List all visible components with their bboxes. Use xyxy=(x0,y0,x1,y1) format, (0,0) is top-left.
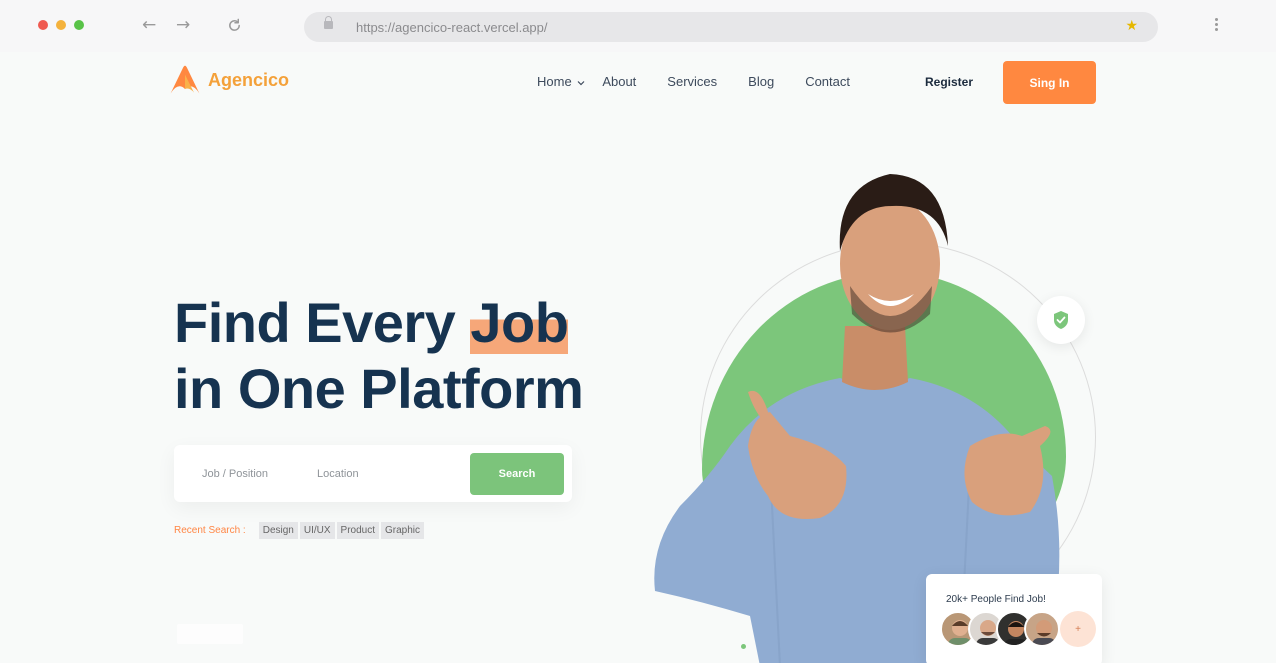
maximize-window-dot[interactable] xyxy=(74,20,84,30)
recent-search-label: Recent Search : xyxy=(174,525,246,536)
hero-title: Find Every Job in One Platform xyxy=(174,290,584,422)
logo-text: Agencico xyxy=(208,69,290,90)
recent-searches: Recent Search : Design UI/UX Product Gra… xyxy=(174,522,426,539)
register-link[interactable]: Register xyxy=(925,75,973,89)
avatar[interactable] xyxy=(1024,611,1060,647)
hero-title-part1: Find Every xyxy=(174,291,471,354)
logo[interactable]: Agencico xyxy=(167,62,289,98)
main-navigation: Home About Services Blog Contact xyxy=(537,74,850,89)
minimize-window-dot[interactable] xyxy=(56,20,66,30)
url-text: https://agencico-react.vercel.app/ xyxy=(356,20,548,35)
avatar-group: + xyxy=(940,611,1096,647)
nav-home-label: Home xyxy=(537,74,572,89)
job-position-input[interactable] xyxy=(202,462,312,486)
nav-home[interactable]: Home xyxy=(537,74,585,89)
logo-mark-icon xyxy=(170,65,200,94)
location-input[interactable] xyxy=(317,462,457,486)
sign-in-button[interactable]: Sing In xyxy=(1003,61,1096,104)
nav-blog[interactable]: Blog xyxy=(748,74,774,89)
bookmark-star-icon[interactable]: ★ xyxy=(1125,18,1138,34)
job-search-form: Search xyxy=(174,445,572,502)
faint-placeholder-box xyxy=(177,624,243,644)
nav-contact[interactable]: Contact xyxy=(805,74,850,89)
window-controls xyxy=(38,20,84,30)
lock-icon xyxy=(324,16,333,29)
recent-tag-design[interactable]: Design xyxy=(258,522,298,539)
stats-text: 20k+ People Find Job! xyxy=(946,594,1046,605)
reload-icon[interactable] xyxy=(227,18,242,33)
address-bar[interactable]: https://agencico-react.vercel.app/ ★ xyxy=(304,12,1158,42)
nav-services[interactable]: Services xyxy=(667,74,717,89)
browser-menu-icon[interactable] xyxy=(1212,18,1222,33)
back-arrow-icon[interactable]: ← xyxy=(142,15,156,35)
recent-tag-graphic[interactable]: Graphic xyxy=(381,522,425,539)
people-found-job-card: 20k+ People Find Job! + xyxy=(926,574,1102,663)
nav-about[interactable]: About xyxy=(602,74,636,89)
chevron-down-icon xyxy=(577,80,585,85)
landing-page: Agencico Home About Services Blog Contac… xyxy=(0,52,1276,663)
close-window-dot[interactable] xyxy=(38,20,48,30)
hero-title-highlight: Job xyxy=(470,291,569,354)
search-button[interactable]: Search xyxy=(470,453,564,495)
recent-tag-uiux[interactable]: UI/UX xyxy=(299,522,335,539)
shield-check-icon xyxy=(1054,311,1068,329)
browser-toolbar: ← → https://agencico-react.vercel.app/ ★ xyxy=(0,0,1276,52)
verified-badge xyxy=(1037,296,1085,344)
hero-title-line2: in One Platform xyxy=(174,357,584,420)
forward-arrow-icon[interactable]: → xyxy=(176,15,190,35)
recent-tag-product[interactable]: Product xyxy=(336,522,379,539)
more-avatars-button[interactable]: + xyxy=(1060,611,1096,647)
